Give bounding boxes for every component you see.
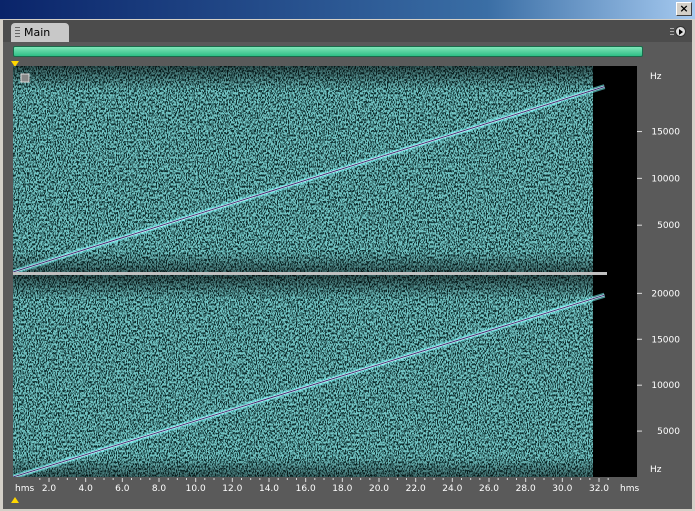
play-arrow-icon: [679, 29, 683, 35]
spectrogram-shade-top: [13, 66, 593, 272]
zoom-handle-left-icon[interactable]: [20, 73, 30, 83]
time-tick-label: 2.0: [42, 484, 57, 494]
spectrogram-dead-zone-top: [593, 66, 607, 272]
spectrogram-channel-bottom[interactable]: [13, 275, 607, 477]
time-tick-label: 26.0: [479, 484, 499, 494]
time-tick-label: 8.0: [152, 484, 167, 494]
frequency-tick-label: 10000: [651, 174, 680, 184]
time-ruler[interactable]: hms hms 2.0 4.0 6.0 8.0 10.0 12.0 14.0 16.0 18.0…: [3, 478, 692, 496]
spectrogram-channel-top[interactable]: [13, 66, 607, 275]
time-tick-label: 30.0: [552, 484, 572, 494]
frequency-ruler-gutter: [607, 66, 637, 477]
time-unit-left: hms: [15, 484, 34, 494]
overview-range-bar[interactable]: [13, 46, 643, 57]
channel-divider[interactable]: [13, 272, 607, 275]
frequency-tick-label: 5000: [657, 427, 680, 437]
time-tick-label: 32.0: [589, 484, 609, 494]
frequency-tick-label: 5000: [657, 221, 680, 231]
frequency-tick-label: 20000: [651, 289, 680, 299]
tab-main[interactable]: Main: [11, 23, 69, 42]
time-tick-label: 18.0: [332, 484, 352, 494]
time-tick-label: 10.0: [186, 484, 206, 494]
window-titlebar: ×: [0, 0, 695, 19]
panel-grip-icon: [670, 28, 674, 36]
frequency-unit-bottom: Hz: [650, 465, 662, 475]
frequency-tick-label: 15000: [651, 335, 680, 345]
time-tick-label: 24.0: [442, 484, 462, 494]
frequency-gutter-bg: [607, 66, 637, 477]
time-tick-label: 20.0: [369, 484, 389, 494]
close-button[interactable]: ×: [676, 2, 692, 16]
spectrogram-dead-zone-bottom: [593, 275, 607, 477]
spectral-display[interactable]: [13, 66, 607, 477]
frequency-tick-label: 15000: [651, 128, 680, 138]
time-unit-right: hms: [620, 484, 639, 494]
playhead-bottom-marker-icon[interactable]: [11, 497, 19, 503]
time-tick-label: 4.0: [79, 484, 94, 494]
frequency-unit-top: Hz: [650, 72, 662, 82]
spectrogram-shade-bottom: [13, 275, 593, 477]
main-panel: Main Hz Hz 15000 10000 5000 20000 15000 …: [3, 20, 692, 509]
frequency-tick-label: 10000: [651, 381, 680, 391]
time-tick-label: 28.0: [516, 484, 536, 494]
grip-icon[interactable]: [15, 27, 20, 38]
time-tick-label: 6.0: [115, 484, 130, 494]
tab-strip: Main: [3, 20, 692, 42]
time-tick-label: 14.0: [259, 484, 279, 494]
time-tick-label: 16.0: [296, 484, 316, 494]
tab-main-label: Main: [24, 26, 51, 39]
panel-menu-button[interactable]: [670, 25, 686, 39]
time-tick-label: 12.0: [222, 484, 242, 494]
time-tick-label: 22.0: [406, 484, 426, 494]
frequency-ruler[interactable]: Hz Hz 15000 10000 5000 20000 15000 10000 5000: [637, 66, 692, 477]
